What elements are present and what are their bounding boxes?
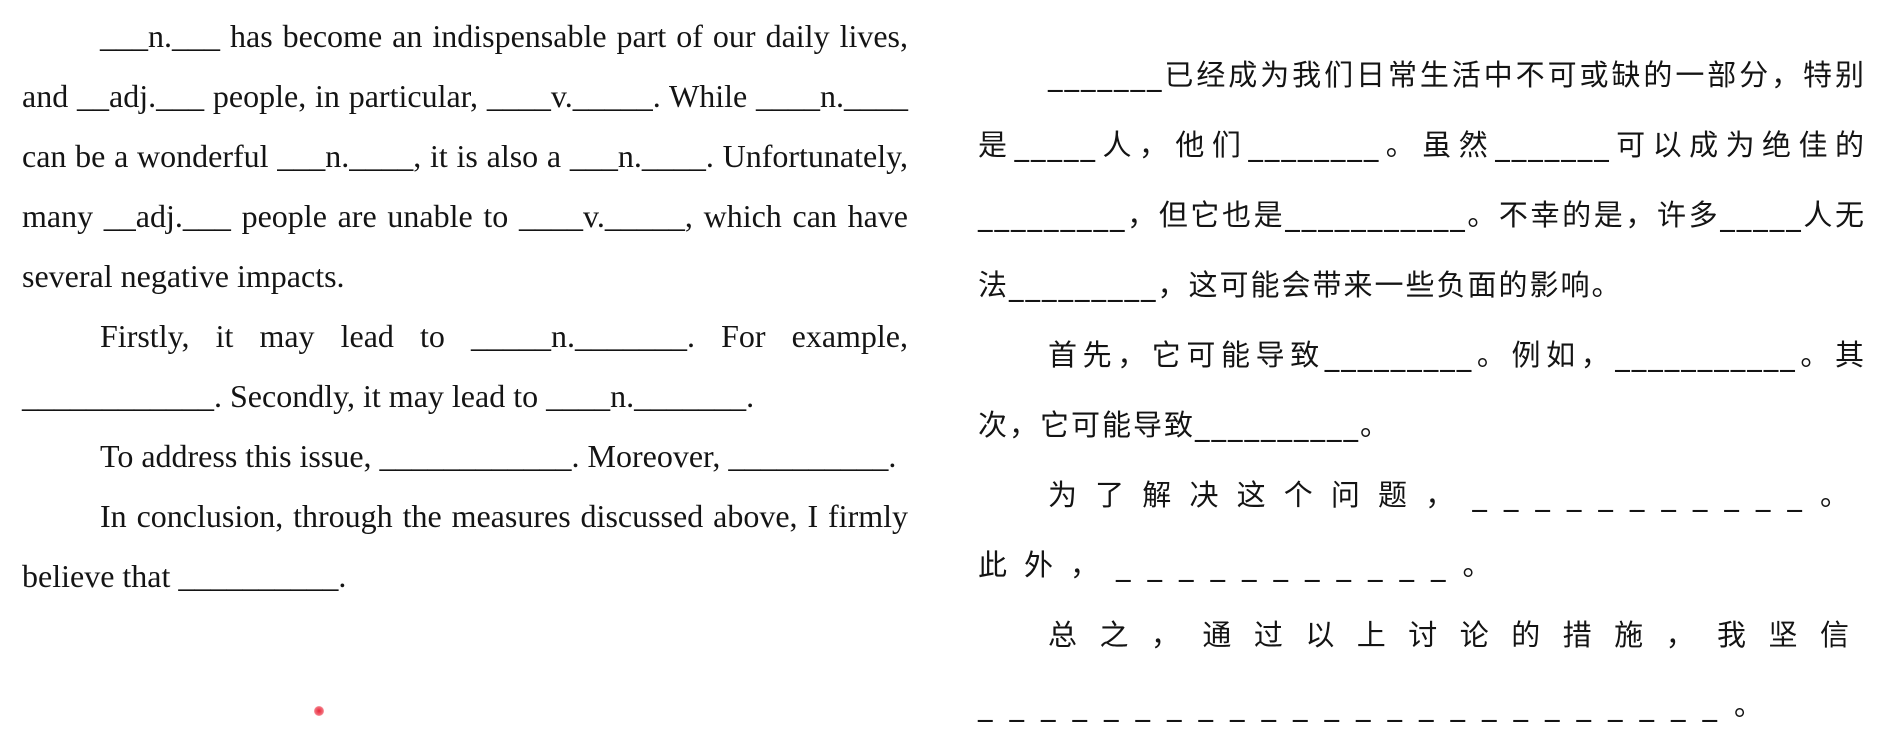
english-paragraph-intro: ___n.___ has become an indispensable par…	[22, 18, 908, 294]
chinese-paragraph-solutions: 为了解决这个问题，___________。此外，___________。	[978, 478, 1866, 582]
chinese-paragraph-conclusion: 总之，通过以上讨论的措施，我坚信________________________…	[978, 618, 1866, 722]
english-paragraph-impacts: Firstly, it may lead to _____n._______. …	[22, 318, 908, 414]
english-paragraph-conclusion: In conclusion, through the measures disc…	[22, 498, 908, 594]
cursor-marker	[314, 706, 324, 716]
english-paragraph-solutions: To address this issue, ____________. Mor…	[100, 438, 897, 474]
chinese-paragraph-intro: _______已经成为我们日常生活中不可或缺的一部分，特别是_____人，他们_…	[978, 58, 1866, 302]
chinese-template: _______已经成为我们日常生活中不可或缺的一部分，特别是_____人，他们_…	[978, 40, 1866, 740]
chinese-paragraph-impacts: 首先，它可能导致_________。例如，___________。其次，它可能导…	[978, 338, 1866, 442]
english-template: ___n.___ has become an indispensable par…	[22, 6, 908, 606]
